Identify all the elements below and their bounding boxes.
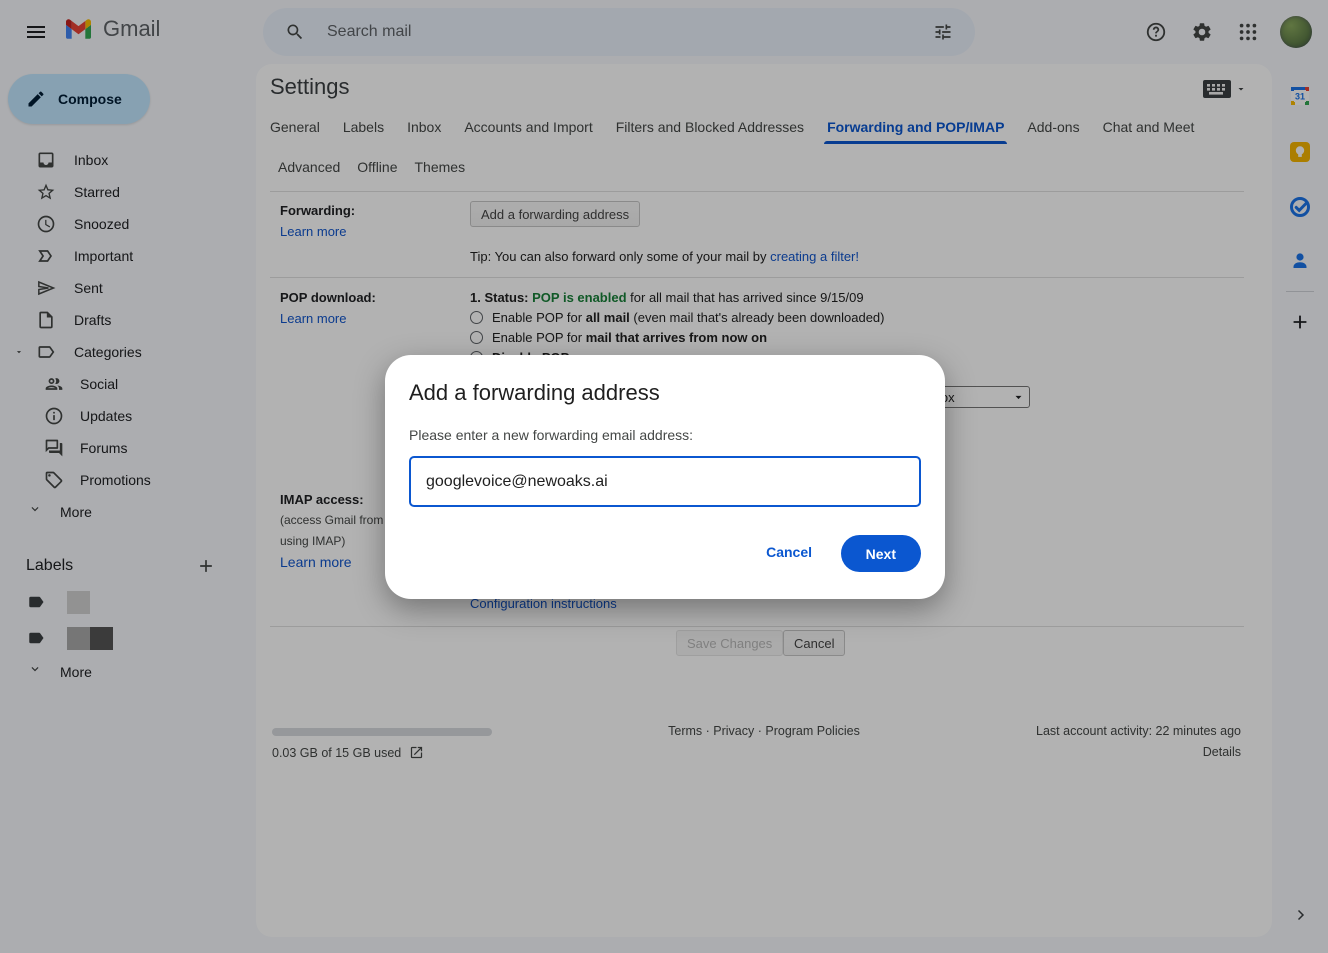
add-forwarding-address-dialog: Add a forwarding address Please enter a … — [385, 355, 945, 599]
dialog-cancel-button[interactable]: Cancel — [766, 544, 812, 560]
dialog-next-button[interactable]: Next — [841, 535, 921, 572]
dialog-title: Add a forwarding address — [409, 380, 660, 406]
dialog-prompt: Please enter a new forwarding email addr… — [409, 427, 693, 443]
forwarding-email-input[interactable] — [409, 456, 921, 507]
